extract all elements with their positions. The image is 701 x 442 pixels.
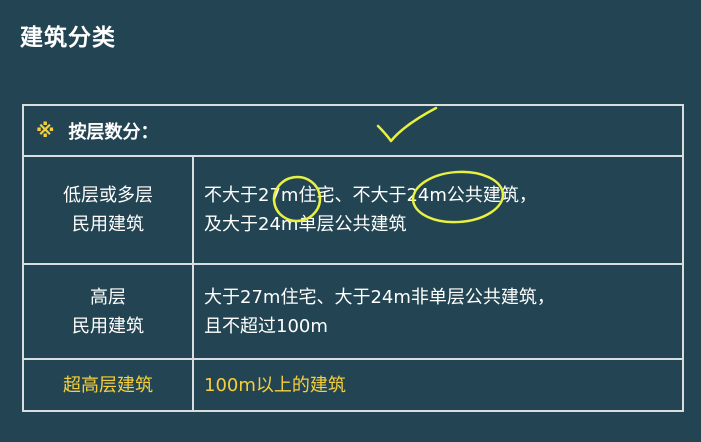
classification-table: ※ 按层数分： 低层或多层 民用建筑 不大于27m住宅、不大于24m公共建筑， …	[22, 104, 684, 412]
description-line: 100m以上的建筑	[204, 374, 346, 396]
table-row: 低层或多层 民用建筑 不大于27m住宅、不大于24m公共建筑， 及大于24m单层…	[24, 157, 682, 265]
description-cell: 100m以上的建筑	[194, 360, 682, 410]
description-line: 且不超过100m	[204, 315, 328, 337]
description-cell: 大于27m住宅、大于24m非单层公共建筑， 且不超过100m	[194, 265, 682, 358]
category-line: 超高层建筑	[63, 374, 153, 396]
description-cell: 不大于27m住宅、不大于24m公共建筑， 及大于24m单层公共建筑	[194, 157, 682, 263]
category-line: 高层	[90, 286, 126, 308]
description-line: 大于27m住宅、大于24m非单层公共建筑，	[204, 286, 555, 308]
table-header-row: ※ 按层数分：	[24, 106, 682, 157]
description-line: 不大于27m住宅、不大于24m公共建筑，	[204, 185, 537, 206]
table-row: 超高层建筑 100m以上的建筑	[24, 360, 682, 410]
category-line: 低层或多层	[63, 185, 153, 206]
category-line: 民用建筑	[72, 214, 144, 235]
category-cell: 高层 民用建筑	[24, 265, 194, 358]
category-cell: 超高层建筑	[24, 360, 194, 410]
category-cell: 低层或多层 民用建筑	[24, 157, 194, 263]
table-row: 高层 民用建筑 大于27m住宅、大于24m非单层公共建筑， 且不超过100m	[24, 265, 682, 360]
description-line: 及大于24m单层公共建筑	[204, 214, 407, 235]
reference-mark-icon: ※	[36, 119, 55, 142]
slide: 建筑分类 ※ 按层数分： 低层或多层 民用建筑 不大于27m住宅、不大于24m公…	[0, 0, 701, 442]
page-title: 建筑分类	[20, 25, 116, 51]
table-header-label: 按层数分：	[68, 121, 159, 143]
category-line: 民用建筑	[72, 315, 144, 337]
